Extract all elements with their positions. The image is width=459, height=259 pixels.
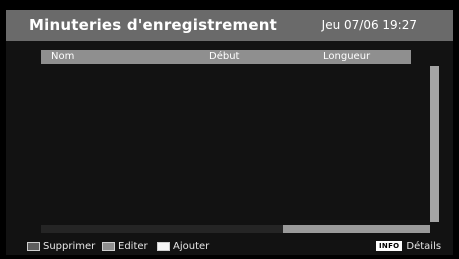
edit-button[interactable]: Editer — [102, 240, 148, 252]
date-time: Jeu 07/06 19:27 — [321, 18, 417, 32]
vertical-scrollbar[interactable] — [430, 66, 439, 222]
column-header-start: Début — [209, 51, 240, 62]
timer-list[interactable] — [41, 66, 426, 226]
details-label: Détails — [406, 240, 442, 252]
button-legend: Supprimer Editer Ajouter INFO Détails — [6, 237, 453, 255]
add-label: Ajouter — [173, 240, 210, 252]
edit-key-swatch — [102, 241, 115, 251]
delete-label: Supprimer — [43, 240, 96, 252]
page-title: Minuteries d'enregistrement — [29, 16, 277, 34]
delete-key-swatch — [27, 241, 40, 251]
edit-label: Editer — [118, 240, 148, 252]
table-header: Nom Début Longueur — [41, 50, 411, 64]
column-header-length: Longueur — [323, 51, 371, 62]
recording-timers-screen: Minuteries d'enregistrement Jeu 07/06 19… — [6, 10, 453, 255]
info-key-icon: INFO — [376, 241, 403, 251]
delete-button[interactable]: Supprimer — [27, 240, 95, 252]
add-key-swatch — [157, 241, 170, 251]
title-bar: Minuteries d'enregistrement Jeu 07/06 19… — [6, 10, 453, 41]
column-header-name: Nom — [51, 51, 75, 62]
add-button[interactable]: Ajouter — [157, 240, 209, 252]
horizontal-scrollbar[interactable] — [41, 225, 430, 233]
horizontal-scrollbar-thumb[interactable] — [283, 225, 430, 233]
details-button[interactable]: INFO Détails — [376, 240, 441, 252]
